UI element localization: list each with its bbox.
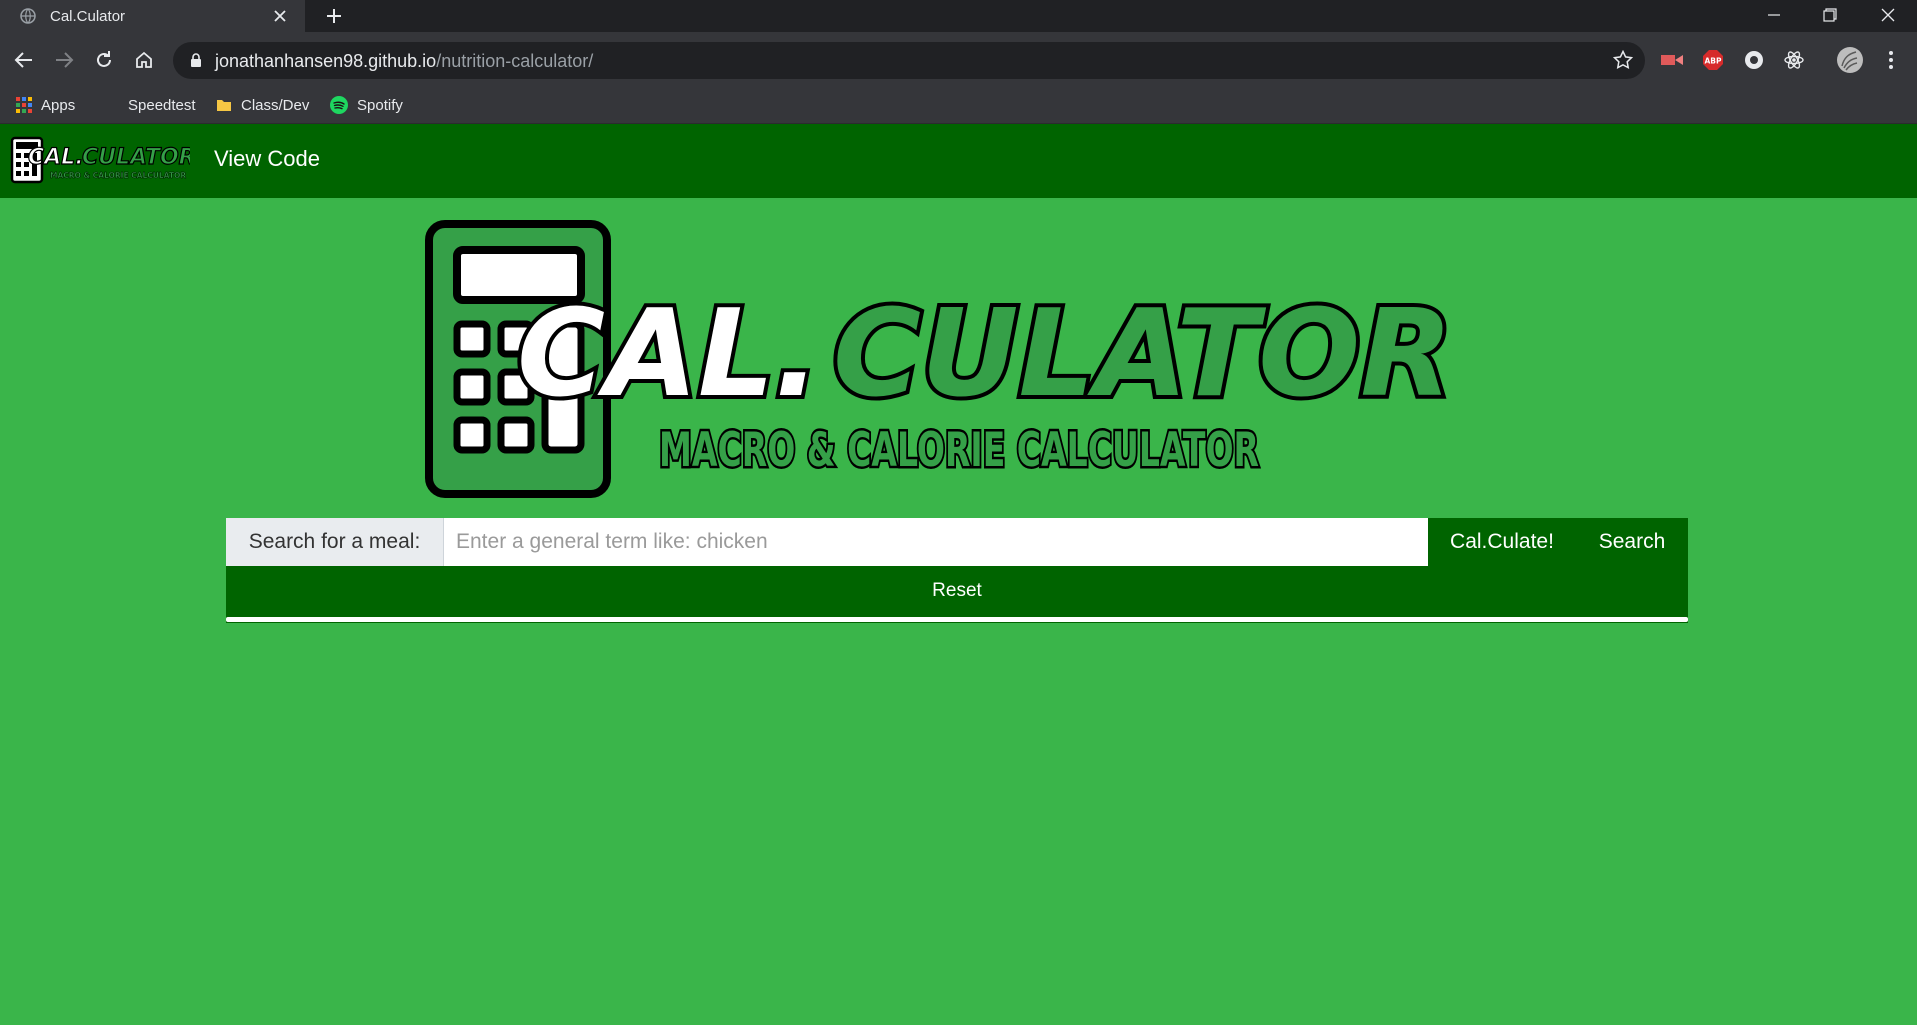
navbar-logo-title-part1: CAL. [28, 145, 84, 170]
navbar-logo[interactable]: CAL. CULATOR MACRO & CALORIE CALCULATOR [10, 136, 196, 186]
back-arrow-icon[interactable] [8, 44, 40, 76]
navbar-logo-title-part2: CULATOR [82, 145, 190, 170]
bookmarks-bar: Apps Speedtest Class/Dev Spotify [0, 87, 1917, 124]
hero-title-part2: CULATOR [833, 285, 1453, 424]
reload-icon[interactable] [88, 44, 120, 76]
folder-icon [216, 97, 232, 113]
svg-text:ABP: ABP [1704, 57, 1722, 66]
search-button[interactable]: Search [1576, 518, 1688, 566]
react-devtools-icon[interactable] [1782, 48, 1806, 72]
restore-icon[interactable] [1802, 0, 1858, 30]
bookmark-speedtest[interactable]: Speedtest [103, 95, 196, 115]
search-label: Search for a meal: [226, 518, 444, 566]
bookmark-label: Apps [41, 96, 76, 114]
adblock-plus-icon[interactable]: ABP [1701, 48, 1725, 72]
bookmark-apps[interactable]: Apps [16, 95, 75, 115]
browser-toolbar: jonathanhansen98.github.io/nutrition-cal… [0, 32, 1917, 87]
video-ext-icon[interactable] [1660, 48, 1684, 72]
bookmark-class-dev[interactable]: Class/Dev [216, 95, 309, 115]
browser-tab-strip: Cal.Culator [0, 0, 1917, 32]
calculate-button[interactable]: Cal.Culate! [1428, 518, 1576, 566]
tab-title: Cal.Culator [50, 7, 126, 25]
bookmark-star-icon[interactable] [1612, 49, 1634, 75]
new-tab-plus-icon[interactable] [318, 3, 350, 29]
navbar-logo-subtitle: MACRO & CALORIE CALCULATOR [50, 171, 186, 180]
url-text: jonathanhansen98.github.io/nutrition-cal… [215, 51, 594, 71]
home-icon[interactable] [128, 44, 160, 76]
hero-subtitle: MACRO & CALORIE CALCULATOR [659, 423, 1259, 478]
browser-menu-icon[interactable] [1879, 48, 1903, 72]
spotify-icon [330, 96, 348, 114]
window-close-icon[interactable] [1860, 0, 1916, 30]
lock-icon [190, 53, 202, 73]
divider-line [226, 617, 1688, 622]
apps-grid-icon [16, 97, 32, 113]
extension-circle-icon[interactable] [1742, 48, 1766, 72]
hero-title-part1: CAL. [517, 285, 820, 424]
address-bar[interactable]: jonathanhansen98.github.io/nutrition-cal… [173, 42, 1645, 79]
tab-close-icon[interactable] [265, 1, 295, 31]
view-code-link[interactable]: View Code [214, 146, 320, 172]
hero-logo: CAL. CULATOR MACRO & CALORIE CALCULATOR [425, 220, 1475, 500]
profile-avatar-icon[interactable] [1836, 46, 1864, 74]
bookmark-label: Class/Dev [241, 96, 310, 114]
bookmark-label: Spotify [357, 96, 403, 114]
minimize-icon[interactable] [1746, 0, 1802, 30]
meal-search-input[interactable] [444, 518, 1428, 566]
globe-icon [20, 8, 36, 24]
meal-search-form: Search for a meal: Cal.Culate! Search Re… [226, 518, 1688, 623]
bookmark-label: Speedtest [128, 96, 196, 114]
forward-arrow-icon[interactable] [48, 44, 80, 76]
site-navbar: CAL. CULATOR MACRO & CALORIE CALCULATOR … [0, 124, 1917, 198]
browser-tab[interactable]: Cal.Culator [0, 0, 305, 32]
bookmark-spotify[interactable]: Spotify [330, 95, 403, 115]
reset-button[interactable]: Reset [226, 566, 1688, 616]
